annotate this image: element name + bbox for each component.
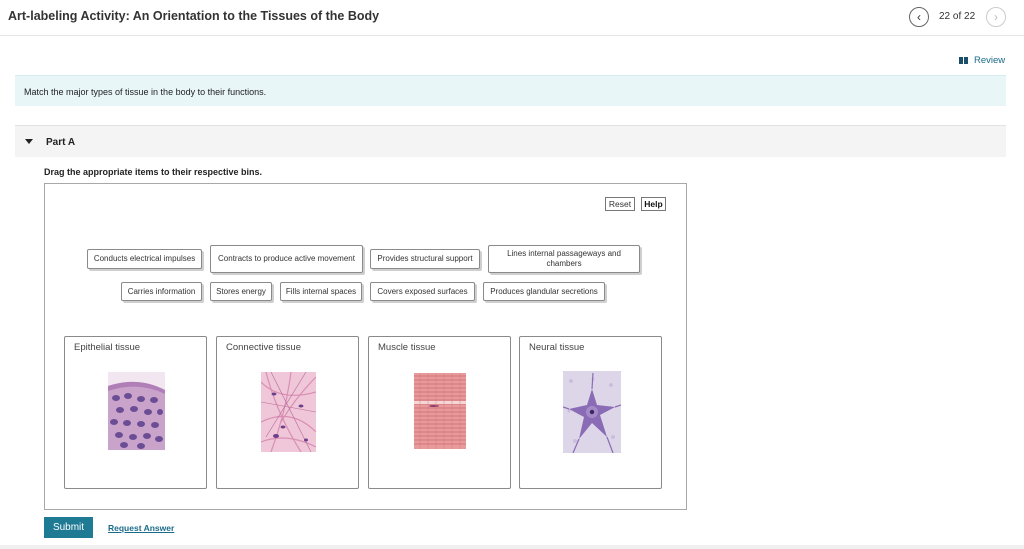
- epithelial-tissue-image: [108, 372, 165, 450]
- part-label: Part A: [46, 137, 76, 148]
- chevron-right-icon: ›: [994, 10, 998, 24]
- review-icon: [959, 57, 969, 64]
- next-button[interactable]: ›: [986, 7, 1006, 27]
- bin-epithelial-tissue[interactable]: Epithelial tissue: [64, 336, 207, 489]
- submit-button[interactable]: Submit: [44, 517, 93, 538]
- page-footer-strip: [0, 545, 1024, 549]
- bin-muscle-tissue[interactable]: Muscle tissue: [368, 336, 511, 489]
- caret-down-icon: [25, 139, 33, 144]
- bin-label: Muscle tissue: [378, 342, 436, 353]
- drag-instruction: Drag the appropriate items to their resp…: [44, 167, 263, 177]
- chevron-left-icon: ‹: [917, 10, 921, 24]
- draggable-label[interactable]: Lines internal passageways and chambers: [488, 245, 640, 273]
- draggable-label[interactable]: Carries information: [121, 282, 202, 301]
- draggable-label[interactable]: Stores energy: [210, 282, 272, 301]
- bin-label: Connective tissue: [226, 342, 301, 353]
- draggable-label[interactable]: Covers exposed surfaces: [370, 282, 475, 301]
- page-counter: 22 of 22: [939, 11, 976, 22]
- draggable-label[interactable]: Fills internal spaces: [280, 282, 362, 301]
- bin-connective-tissue[interactable]: Connective tissue: [216, 336, 359, 489]
- draggable-label[interactable]: Contracts to produce active movement: [210, 245, 363, 273]
- previous-button[interactable]: ‹: [909, 7, 929, 27]
- request-answer-link[interactable]: Request Answer: [108, 523, 174, 533]
- help-button[interactable]: Help: [641, 197, 666, 211]
- draggable-label[interactable]: Provides structural support: [370, 249, 480, 269]
- bin-label: Epithelial tissue: [74, 342, 141, 353]
- bin-neural-tissue[interactable]: Neural tissue: [519, 336, 662, 489]
- review-label: Review: [974, 55, 1006, 66]
- neural-tissue-image: [563, 371, 621, 453]
- draggable-label[interactable]: Conducts electrical impulses: [87, 249, 202, 269]
- reset-button[interactable]: Reset: [605, 197, 635, 211]
- bin-label: Neural tissue: [529, 342, 585, 353]
- draggable-label[interactable]: Produces glandular secretions: [483, 282, 605, 301]
- muscle-tissue-image: [414, 373, 466, 449]
- instruction-text: Match the major types of tissue in the b…: [24, 87, 267, 97]
- review-link[interactable]: Review: [959, 55, 1005, 66]
- top-bar: Art-labeling Activity: An Orientation to…: [0, 0, 1024, 36]
- connective-tissue-image: [261, 372, 316, 452]
- instruction-box: Match the major types of tissue in the b…: [15, 75, 1006, 106]
- activity-title: Art-labeling Activity: An Orientation to…: [8, 9, 380, 23]
- part-a-header[interactable]: Part A: [15, 125, 1006, 157]
